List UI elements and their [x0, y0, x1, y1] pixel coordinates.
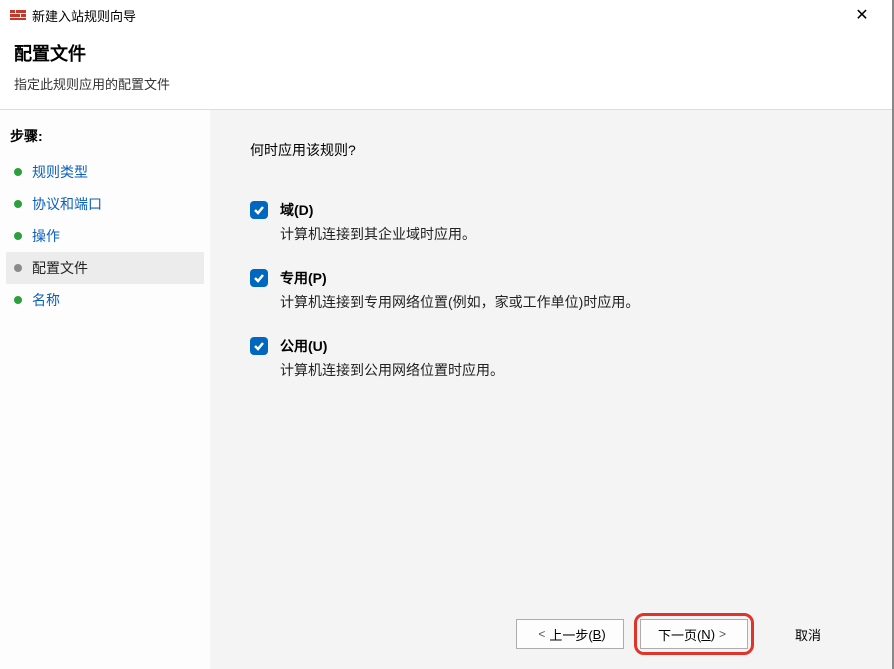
next-button[interactable]: 下一页(N) >: [640, 619, 748, 649]
firewall-icon: [10, 7, 26, 23]
option-title: 专用(P): [280, 268, 639, 288]
step-label: 协议和端口: [32, 194, 102, 214]
option-private: 专用(P) 计算机连接到专用网络位置(例如，家或工作单位)时应用。: [250, 268, 852, 312]
bullet-icon: [14, 168, 22, 176]
step-label: 名称: [32, 290, 60, 310]
back-suffix: ): [601, 627, 605, 642]
step-label: 规则类型: [32, 162, 88, 182]
option-body: 专用(P) 计算机连接到专用网络位置(例如，家或工作单位)时应用。: [280, 268, 639, 312]
bullet-icon: [14, 232, 22, 240]
option-desc: 计算机连接到专用网络位置(例如，家或工作单位)时应用。: [280, 292, 639, 312]
wizard-header: 配置文件 指定此规则应用的配置文件: [0, 30, 892, 110]
window-title: 新建入站规则向导: [32, 6, 842, 25]
option-body: 公用(U) 计算机连接到公用网络位置时应用。: [280, 336, 504, 380]
cancel-button[interactable]: 取消: [764, 619, 852, 649]
step-protocol-port[interactable]: 协议和端口: [6, 188, 204, 220]
page-title: 配置文件: [14, 40, 878, 66]
content-pane: 何时应用该规则? 域(D) 计算机连接到其企业域时应用。 专用(P) 计算机连接…: [210, 110, 892, 669]
bullet-icon: [14, 296, 22, 304]
back-key: B: [593, 627, 602, 642]
next-highlight: 下一页(N) >: [634, 613, 754, 655]
option-desc: 计算机连接到其企业域时应用。: [280, 224, 476, 244]
option-body: 域(D) 计算机连接到其企业域时应用。: [280, 200, 476, 244]
bullet-icon: [14, 264, 22, 272]
wizard-footer: < 上一步(B) 下一页(N) > 取消: [250, 609, 852, 649]
next-prefix: 下一页(: [658, 625, 701, 644]
check-icon: [253, 272, 265, 284]
next-key: N: [701, 627, 710, 642]
step-label: 操作: [32, 226, 60, 246]
option-title: 公用(U): [280, 336, 504, 356]
checkbox-private[interactable]: [250, 269, 268, 287]
back-button[interactable]: < 上一步(B): [516, 619, 624, 649]
checkbox-domain[interactable]: [250, 201, 268, 219]
content-question: 何时应用该规则?: [250, 140, 852, 160]
step-rule-type[interactable]: 规则类型: [6, 156, 204, 188]
titlebar: 新建入站规则向导 ✕: [0, 0, 892, 30]
step-profile[interactable]: 配置文件: [6, 252, 204, 284]
option-domain: 域(D) 计算机连接到其企业域时应用。: [250, 200, 852, 244]
back-prefix: 上一步(: [549, 625, 592, 644]
page-subtitle: 指定此规则应用的配置文件: [14, 74, 878, 93]
step-action[interactable]: 操作: [6, 220, 204, 252]
check-icon: [253, 340, 265, 352]
wizard-body: 步骤: 规则类型 协议和端口 操作 配置文件 名称 何时: [0, 110, 892, 669]
wizard-window: 新建入站规则向导 ✕ 配置文件 指定此规则应用的配置文件 步骤: 规则类型 协议…: [0, 0, 894, 669]
option-title: 域(D): [280, 200, 476, 220]
steps-sidebar: 步骤: 规则类型 协议和端口 操作 配置文件 名称: [0, 110, 210, 669]
option-desc: 计算机连接到公用网络位置时应用。: [280, 360, 504, 380]
chevron-right-icon: >: [715, 627, 730, 641]
check-icon: [253, 204, 265, 216]
bullet-icon: [14, 200, 22, 208]
close-button[interactable]: ✕: [842, 5, 882, 25]
steps-heading: 步骤:: [10, 126, 200, 146]
option-public: 公用(U) 计算机连接到公用网络位置时应用。: [250, 336, 852, 380]
step-label: 配置文件: [32, 258, 88, 278]
checkbox-public[interactable]: [250, 337, 268, 355]
step-name[interactable]: 名称: [6, 284, 204, 316]
chevron-left-icon: <: [534, 627, 549, 641]
